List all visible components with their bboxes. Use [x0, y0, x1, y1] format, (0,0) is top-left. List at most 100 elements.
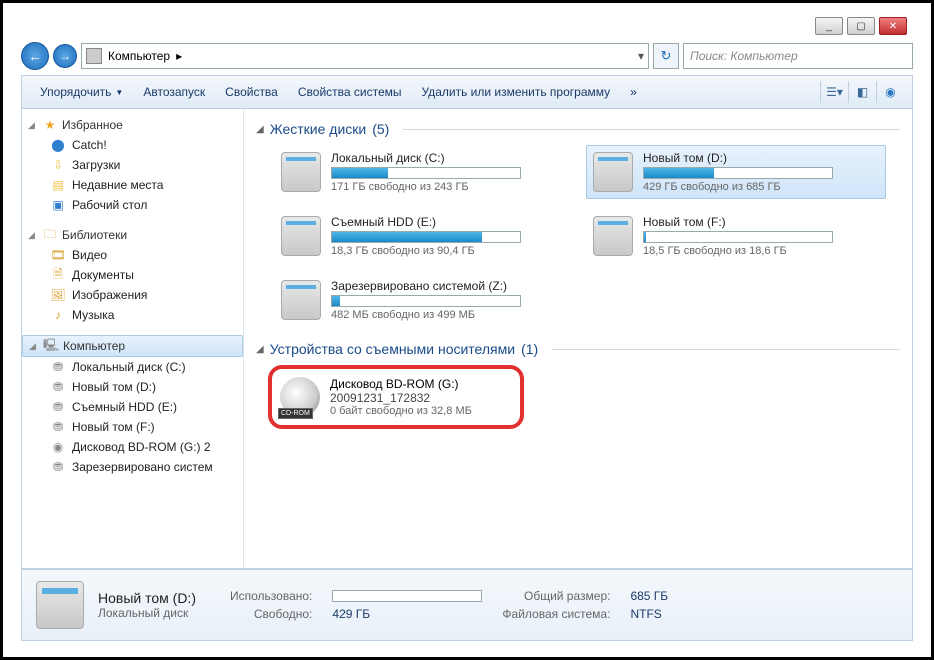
drive-name: Новый том (F:) — [643, 215, 879, 229]
sidebar-item-drive-z[interactable]: ⛃Зарезервировано систем — [22, 457, 243, 477]
details-title: Новый том (D:) — [98, 590, 196, 606]
drive-icon: ⛃ — [50, 399, 66, 415]
refresh-button[interactable]: ↻ — [653, 43, 679, 69]
favorites-group: ◢★Избранное ⬤Catch! ⇩Загрузки ▤Недавние … — [22, 115, 243, 215]
drive-icon: ⛃ — [50, 379, 66, 395]
sidebar-item-drive-d[interactable]: ⛃Новый том (D:) — [22, 377, 243, 397]
drive-tile[interactable]: Новый том (F:) 18,5 ГБ свободно из 18,6 … — [586, 209, 886, 263]
nav-back-button[interactable]: ← — [21, 42, 49, 70]
sidebar-item-desktop[interactable]: ▣Рабочий стол — [22, 195, 243, 215]
drive-free-text: 482 МБ свободно из 499 МБ — [331, 309, 567, 321]
collapse-icon[interactable]: ◢ — [256, 344, 264, 355]
libraries-header[interactable]: ◢🗀Библиотеки — [22, 225, 243, 245]
collapse-icon[interactable]: ◢ — [256, 124, 264, 135]
preview-pane-icon[interactable]: ◧ — [848, 81, 876, 103]
drive-free-text: 429 ГБ свободно из 685 ГБ — [643, 181, 879, 193]
capacity-bar — [331, 295, 521, 307]
drive-tile[interactable]: Локальный диск (C:) 171 ГБ свободно из 2… — [274, 145, 574, 199]
toolbar: Упорядочить▼ Автозапуск Свойства Свойств… — [21, 75, 913, 109]
details-pane: Новый том (D:) Локальный диск Использова… — [21, 569, 913, 641]
details-subtitle: Локальный диск — [98, 606, 196, 620]
downloads-icon: ⇩ — [50, 157, 66, 173]
address-dropdown-icon[interactable]: ▾ — [638, 49, 644, 63]
address-bar[interactable]: Компьютер ▸ ▾ — [81, 43, 649, 69]
window-chrome: _ ▢ ✕ — [815, 17, 907, 35]
sidebar-item-catch[interactable]: ⬤Catch! — [22, 135, 243, 155]
bdrom-tile[interactable]: CD-ROM Дисковод BD-ROM (G:) 20091231_172… — [276, 373, 516, 421]
computer-header[interactable]: ◢🖳Компьютер — [22, 335, 243, 357]
view-options-icon[interactable]: ☰▾ — [820, 81, 848, 103]
drive-icon — [281, 280, 321, 320]
drive-name: Локальный диск (C:) — [331, 151, 567, 165]
documents-icon: 🗎 — [50, 267, 66, 283]
sidebar-item-music[interactable]: ♪Музыка — [22, 305, 243, 325]
star-icon: ★ — [42, 117, 58, 133]
capacity-bar — [331, 231, 521, 243]
search-input[interactable]: Поиск: Компьютер — [683, 43, 913, 69]
system-properties-button[interactable]: Свойства системы — [288, 81, 412, 103]
minimize-button[interactable]: _ — [815, 17, 843, 35]
autoplay-button[interactable]: Автозапуск — [133, 81, 215, 103]
total-label: Общий размер: — [502, 589, 610, 603]
bdrom-free: 0 байт свободно из 32,8 МБ — [330, 405, 472, 417]
computer-group: ◢🖳Компьютер ⛃Локальный диск (C:) ⛃Новый … — [22, 335, 243, 477]
main-area: ◢★Избранное ⬤Catch! ⇩Загрузки ▤Недавние … — [21, 109, 913, 569]
library-icon: 🗀 — [42, 227, 58, 243]
drive-free-text: 171 ГБ свободно из 243 ГБ — [331, 181, 567, 193]
close-button[interactable]: ✕ — [879, 17, 907, 35]
desktop-icon: ▣ — [50, 197, 66, 213]
drive-icon — [593, 152, 633, 192]
help-icon[interactable]: ◉ — [876, 81, 904, 103]
music-icon: ♪ — [50, 307, 66, 323]
catch-icon: ⬤ — [50, 137, 66, 153]
drive-icon: ⛃ — [50, 359, 66, 375]
nav-forward-button[interactable]: → — [53, 44, 77, 68]
uninstall-button[interactable]: Удалить или изменить программу — [412, 81, 621, 103]
content-pane: ◢ Жесткие диски (5) Локальный диск (C:) … — [244, 109, 912, 568]
window-frame: _ ▢ ✕ ← → Компьютер ▸ ▾ ↻ Поиск: Компьют… — [0, 0, 934, 660]
sidebar-item-drive-e[interactable]: ⛃Съемный HDD (E:) — [22, 397, 243, 417]
removable-group-header[interactable]: ◢ Устройства со съемными носителями (1) — [256, 341, 900, 357]
total-value: 685 ГБ — [630, 589, 668, 603]
breadcrumb[interactable]: Компьютер — [108, 49, 170, 63]
navigation-pane: ◢★Избранное ⬤Catch! ⇩Загрузки ▤Недавние … — [22, 109, 244, 568]
capacity-bar — [643, 167, 833, 179]
drive-icon: ⛃ — [50, 419, 66, 435]
free-value: 429 ГБ — [332, 607, 482, 621]
video-icon: 🎞 — [50, 247, 66, 263]
sidebar-item-recent[interactable]: ▤Недавние места — [22, 175, 243, 195]
used-bar — [332, 590, 482, 602]
sidebar-item-bdrom[interactable]: ◉Дисковод BD-ROM (G:) 2 — [22, 437, 243, 457]
maximize-button[interactable]: ▢ — [847, 17, 875, 35]
sidebar-item-pictures[interactable]: 🖼Изображения — [22, 285, 243, 305]
sidebar-item-videos[interactable]: 🎞Видео — [22, 245, 243, 265]
drive-tile[interactable]: Съемный HDD (E:) 18,3 ГБ свободно из 90,… — [274, 209, 574, 263]
drive-tile[interactable]: Новый том (D:) 429 ГБ свободно из 685 ГБ — [586, 145, 886, 199]
drive-name: Съемный HDD (E:) — [331, 215, 567, 229]
drive-tile[interactable]: Зарезервировано системой (Z:) 482 МБ сво… — [274, 273, 574, 327]
drive-free-text: 18,3 ГБ свободно из 90,4 ГБ — [331, 245, 567, 257]
address-bar-row: ← → Компьютер ▸ ▾ ↻ Поиск: Компьютер — [21, 39, 913, 73]
sidebar-item-drive-f[interactable]: ⛃Новый том (F:) — [22, 417, 243, 437]
drive-free-text: 18,5 ГБ свободно из 18,6 ГБ — [643, 245, 879, 257]
cd-icon: CD-ROM — [280, 377, 320, 417]
sidebar-item-drive-c[interactable]: ⛃Локальный диск (C:) — [22, 357, 243, 377]
drive-grid: Локальный диск (C:) 171 ГБ свободно из 2… — [274, 145, 900, 327]
highlight-annotation: CD-ROM Дисковод BD-ROM (G:) 20091231_172… — [268, 365, 524, 429]
disc-icon: ◉ — [50, 439, 66, 455]
computer-icon — [86, 48, 102, 64]
favorites-header[interactable]: ◢★Избранное — [22, 115, 243, 135]
drive-icon — [593, 216, 633, 256]
sidebar-item-downloads[interactable]: ⇩Загрузки — [22, 155, 243, 175]
organize-menu[interactable]: Упорядочить▼ — [30, 81, 133, 103]
toolbar-overflow[interactable]: » — [620, 81, 647, 103]
hdd-group-header[interactable]: ◢ Жесткие диски (5) — [256, 121, 900, 137]
capacity-bar — [331, 167, 521, 179]
sidebar-item-documents[interactable]: 🗎Документы — [22, 265, 243, 285]
breadcrumb-chevron[interactable]: ▸ — [176, 49, 182, 63]
drive-icon — [281, 152, 321, 192]
used-label: Использовано: — [230, 589, 312, 603]
properties-button[interactable]: Свойства — [215, 81, 288, 103]
bdrom-name: Дисковод BD-ROM (G:) — [330, 377, 472, 391]
free-label: Свободно: — [230, 607, 312, 621]
